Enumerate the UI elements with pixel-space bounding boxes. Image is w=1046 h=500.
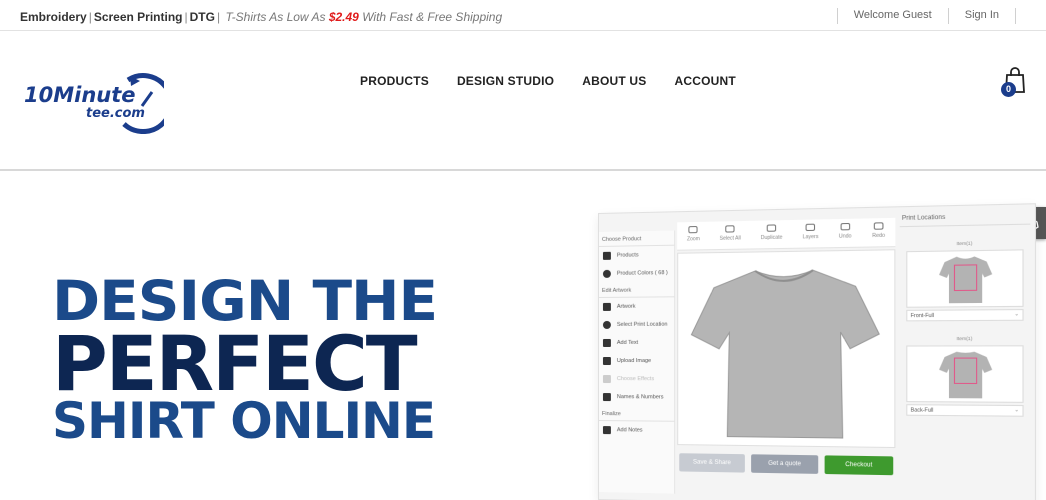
nav-about-us[interactable]: ABOUT US <box>582 74 646 88</box>
mockup-back-thumbnail <box>906 345 1024 403</box>
chevron-down-icon: ⌄ <box>1014 407 1020 414</box>
undo-icon <box>840 222 850 231</box>
mockup-section-choose-product: Choose Product <box>598 232 675 247</box>
service-dtg: DTG <box>189 10 215 24</box>
mockup-front-thumbnail <box>906 249 1024 308</box>
mockup-item-choose-effects: Choose Effects <box>599 370 674 388</box>
notes-icon <box>602 426 611 435</box>
mockup-get-quote-button: Get a quote <box>751 454 819 474</box>
redo-icon <box>873 222 884 230</box>
promo-text: Embroidery | Screen Printing | DTG | T-Shirts… <box>20 10 503 24</box>
mockup-tool-redo: Redo <box>872 218 885 246</box>
mockup-save-share-button: Save & Share <box>679 453 745 473</box>
mockup-checkout-button: Checkout <box>824 455 894 476</box>
tshirt-front-thumb-icon <box>939 256 993 304</box>
text-icon <box>602 338 611 347</box>
hero-line-2: PERFECT <box>52 319 418 408</box>
nav-products[interactable]: PRODUCTS <box>360 74 429 88</box>
mockup-tool-duplicate: Duplicate <box>761 220 782 248</box>
tshirt-icon <box>602 251 611 260</box>
logo-main-text: 10Minute <box>24 83 136 107</box>
site-logo[interactable]: 10Minute tee.com <box>24 72 164 134</box>
palette-icon <box>602 269 611 278</box>
nav-account[interactable]: ACCOUNT <box>675 74 736 88</box>
service-embroidery: Embroidery <box>20 10 87 24</box>
duplicate-icon <box>766 224 777 232</box>
layers-icon <box>805 223 816 232</box>
mockup-item-add-text: Add Text <box>599 334 674 352</box>
mockup-back-label: Item(1) <box>956 335 973 342</box>
mockup-tool-zoom: Zoom <box>687 222 700 250</box>
mockup-item-print-location: Select Print Location <box>599 316 674 334</box>
logo-sub-text: tee.com <box>86 106 145 121</box>
mockup-tool-layers: Layers <box>803 219 818 247</box>
hand-icon <box>725 225 735 233</box>
nav-design-studio[interactable]: DESIGN STUDIO <box>457 74 554 88</box>
mockup-tool-undo: Undo <box>839 219 852 247</box>
mockup-section-edit-artwork: Edit Artwork <box>598 284 675 298</box>
mockup-item-product-colors: Product Colors ( 68 ) <box>599 264 674 283</box>
hero-line-1: DESIGN THE <box>52 268 438 334</box>
promo-price: $2.49 <box>328 10 359 24</box>
jersey-icon <box>602 393 611 402</box>
mockup-print-locations-title: Print Locations <box>899 208 1031 228</box>
chevron-down-icon: ⌄ <box>1014 311 1020 318</box>
welcome-text: Welcome Guest <box>836 8 948 24</box>
lightning-icon <box>602 375 611 384</box>
mockup-item-upload-image: Upload Image <box>599 352 674 370</box>
zoom-icon <box>688 225 699 234</box>
design-studio-mockup: Choose Product Products Product Colors (… <box>598 203 1037 500</box>
logo-clock-hand <box>140 91 154 107</box>
sign-in-link[interactable]: Sign In <box>947 8 1016 24</box>
mockup-item-add-notes: Add Notes <box>599 421 674 440</box>
mockup-tool-select-all: Select All <box>720 221 741 249</box>
mockup-design-canvas <box>677 249 896 449</box>
service-screen-printing: Screen Printing <box>93 10 183 24</box>
top-bar: Embroidery | Screen Printing | DTG | T-Shirts… <box>0 0 1046 31</box>
mockup-front-label: Item(1) <box>956 240 973 247</box>
mockup-toolbar: Zoom Select All Duplicate Layers Undo Re… <box>677 217 896 251</box>
mockup-item-names-numbers: Names & Numbers <box>599 388 674 407</box>
upload-icon <box>602 357 611 366</box>
tshirt-back-thumb-icon <box>939 351 993 399</box>
mockup-item-products: Products <box>599 246 674 265</box>
crosshair-icon <box>602 320 611 329</box>
mockup-center-panel: Zoom Select All Duplicate Layers Undo Re… <box>677 217 896 498</box>
hero-headline: DESIGN THE PERFECT SHIRT ONLINE <box>52 268 438 450</box>
mockup-left-panel: Choose Product Products Product Colors (… <box>598 230 676 494</box>
mockup-section-finalize: Finalize <box>598 408 675 422</box>
promo-suffix: With Fast & Free Shipping <box>362 10 503 24</box>
mockup-right-panel: Print Locations Item(1) Front-Full ⌄ Item… <box>899 208 1031 497</box>
hero-line-3: SHIRT ONLINE <box>52 392 436 450</box>
mockup-back-select: Back-Full ⌄ <box>906 404 1024 417</box>
mockup-front-select: Front-Full ⌄ <box>906 309 1024 322</box>
cart-count-badge: 0 <box>1001 82 1016 97</box>
main-nav: PRODUCTS DESIGN STUDIO ABOUT US ACCOUNT <box>360 74 736 88</box>
promo-prefix: T-Shirts As Low As <box>225 10 326 24</box>
gray-tshirt-image <box>688 261 882 444</box>
brush-icon <box>602 302 611 311</box>
mockup-item-artwork: Artwork <box>599 297 674 316</box>
mockup-action-buttons: Save & Share Get a quote Checkout <box>677 453 895 476</box>
site-header: 10Minute tee.com PRODUCTS DESIGN STUDIO … <box>0 31 1046 171</box>
